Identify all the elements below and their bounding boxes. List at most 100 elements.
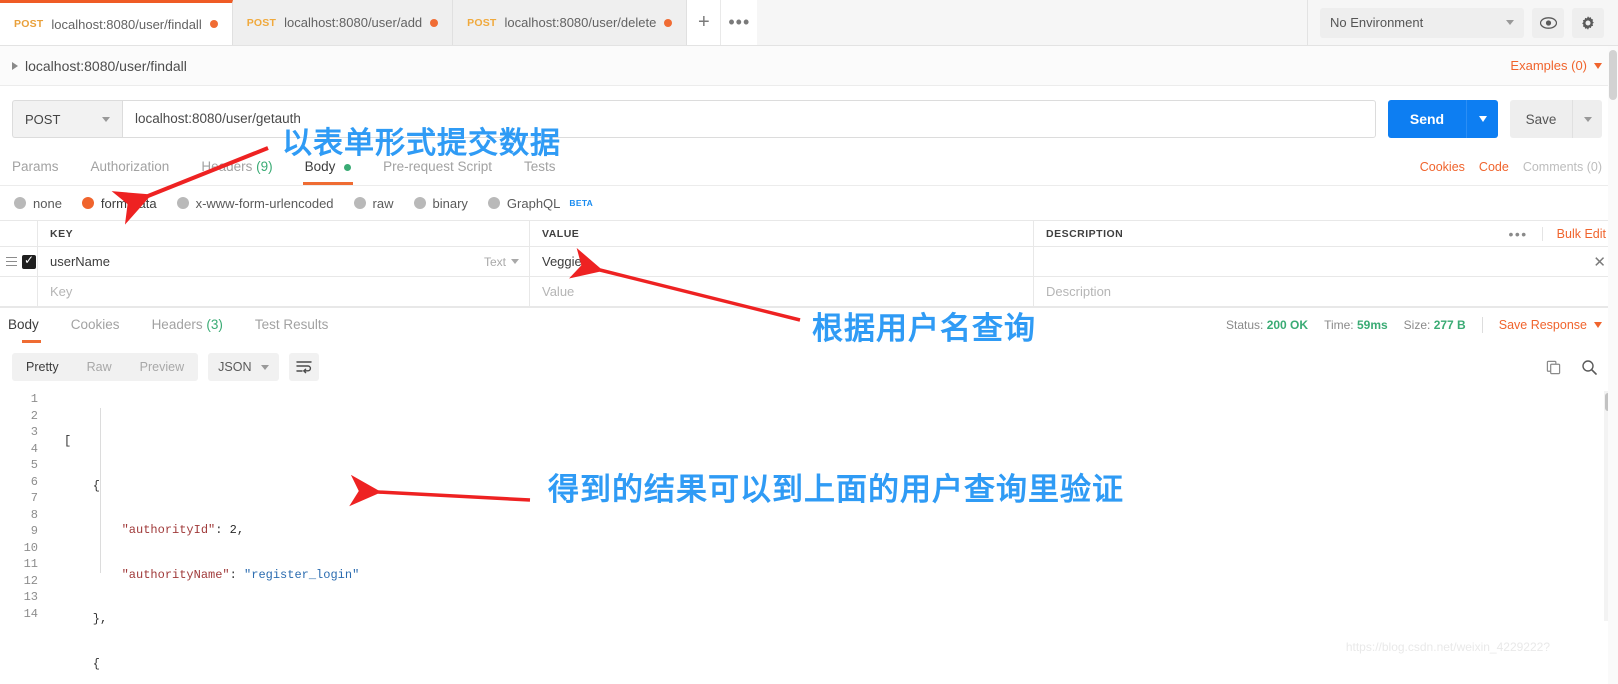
tab-authorization[interactable]: Authorization — [75, 149, 186, 185]
row-value-input[interactable]: Veggie — [542, 254, 582, 269]
radio-icon — [176, 197, 189, 209]
table-row: Key Value Description — [0, 277, 1618, 307]
column-header-description: DESCRIPTION — [1046, 227, 1124, 240]
breadcrumb[interactable]: localhost:8080/user/findall — [12, 58, 187, 74]
row-type-select[interactable]: Text — [484, 255, 519, 269]
line-number: 10 — [23, 540, 38, 555]
body-type-label: binary — [432, 195, 468, 211]
response-tab-test-results[interactable]: Test Results — [239, 307, 345, 343]
radio-icon — [81, 197, 94, 209]
breadcrumb-bar: localhost:8080/user/findall Examples (0) — [0, 46, 1618, 86]
row-grip-cell — [0, 277, 38, 306]
response-viewer-toolbar: Pretty Raw Preview JSON — [0, 343, 1618, 391]
tab-pre-request-script[interactable]: Pre-request Script — [367, 149, 508, 185]
body-type-selector: none form-data x-www-form-urlencoded raw… — [0, 186, 1618, 220]
response-tab-body[interactable]: Body — [8, 307, 55, 343]
search-icon — [1582, 360, 1597, 375]
row-key-cell[interactable]: Key — [38, 277, 530, 306]
row-type-label: Text — [483, 254, 506, 269]
delete-row-button[interactable]: ✕ — [1593, 253, 1606, 271]
line-number: 5 — [30, 458, 38, 472]
response-status-bar: Status: 200 OK Time: 59ms Size: 277 B Sa… — [1226, 307, 1602, 343]
response-body-code[interactable]: 1 2 3 4 5 6 7 8 9 10 11 12 13 14 [ { "au… — [0, 391, 1618, 684]
row-description-cell[interactable]: ✕ — [1034, 247, 1618, 276]
environment-quick-look-button[interactable] — [1532, 7, 1564, 38]
drag-handle-icon[interactable] — [6, 256, 17, 267]
tab-params[interactable]: Params — [12, 149, 75, 185]
row-key-input[interactable]: Key — [50, 284, 72, 299]
row-grip-cell — [0, 247, 38, 276]
body-type-graphql[interactable]: GraphQL BETA — [487, 196, 593, 211]
row-enabled-checkbox[interactable] — [22, 253, 36, 269]
line-number: 13 — [23, 590, 38, 604]
body-type-form-data[interactable]: form-data — [81, 196, 157, 211]
code-line: { — [64, 478, 101, 493]
body-type-raw[interactable]: raw — [353, 196, 394, 211]
send-options-button[interactable] — [1466, 100, 1498, 138]
cookies-link[interactable]: Cookies — [1420, 160, 1465, 174]
time-badge: Time: 59ms — [1324, 318, 1388, 332]
comments-link[interactable]: Comments (0) — [1523, 160, 1602, 174]
row-value-input[interactable]: Value — [542, 284, 574, 299]
radio-icon — [14, 197, 26, 209]
code-link[interactable]: Code — [1479, 160, 1509, 174]
save-response-button[interactable]: Save Response — [1499, 318, 1602, 332]
save-options-button[interactable] — [1572, 100, 1602, 138]
request-tab-1[interactable]: POST localhost:8080/user/add — [232, 0, 454, 45]
line-number: 9 — [30, 524, 38, 538]
response-tab-headers[interactable]: Headers (3) — [136, 307, 239, 343]
response-format-select[interactable]: JSON — [208, 353, 280, 381]
chevron-down-icon — [1478, 116, 1487, 122]
tab-headers[interactable]: Headers (9) — [185, 149, 288, 185]
wrap-lines-button[interactable] — [289, 353, 320, 381]
url-input[interactable]: localhost:8080/user/getauth — [122, 100, 1376, 138]
view-mode-preview[interactable]: Preview — [126, 353, 198, 381]
view-mode-raw[interactable]: Raw — [73, 353, 126, 381]
tab-tests[interactable]: Tests — [508, 149, 572, 185]
save-button[interactable]: Save — [1510, 100, 1572, 138]
new-tab-button[interactable]: + — [687, 0, 722, 45]
tab-label: Headers — [201, 159, 253, 174]
header-key-cell: KEY — [38, 221, 530, 246]
chevron-down-icon — [261, 364, 270, 370]
chevron-down-icon — [102, 116, 110, 122]
body-type-binary[interactable]: binary — [413, 195, 468, 211]
code-lines[interactable]: [ { "authorityId": 2, "authorityName": "… — [48, 391, 1618, 684]
examples-dropdown[interactable]: Examples (0) — [1510, 58, 1602, 73]
indent-guide — [100, 407, 101, 573]
body-present-dot-icon — [344, 163, 352, 171]
environment-select[interactable]: No Environment — [1320, 7, 1524, 38]
row-key-cell[interactable]: userName Text — [38, 247, 530, 276]
view-mode-pretty[interactable]: Pretty — [12, 353, 73, 381]
tab-label: Params — [12, 159, 59, 174]
breadcrumb-label: localhost:8080/user/findall — [25, 57, 187, 74]
status-label: Status: — [1226, 318, 1264, 332]
row-key-input[interactable]: userName — [50, 254, 110, 269]
tab-body[interactable]: Body — [289, 149, 368, 185]
send-button[interactable]: Send — [1388, 100, 1466, 138]
tabbar-filler — [757, 0, 1307, 45]
page-scrollbar[interactable] — [1608, 46, 1618, 684]
code-line: { — [64, 656, 101, 671]
request-tab-2[interactable]: POST localhost:8080/user/delete — [453, 0, 688, 45]
copy-response-button[interactable] — [1540, 354, 1566, 380]
tab-title: localhost:8080/user/add — [284, 15, 423, 30]
response-tab-cookies[interactable]: Cookies — [55, 307, 136, 343]
save-group: Save — [1510, 100, 1602, 138]
body-type-x-www-form-urlencoded[interactable]: x-www-form-urlencoded — [176, 196, 334, 211]
time-label: Time: — [1324, 318, 1354, 332]
body-type-none[interactable]: none — [14, 196, 62, 211]
row-value-cell[interactable]: Veggie — [530, 247, 1034, 276]
http-method-select[interactable]: POST — [12, 100, 122, 138]
tab-options-icon[interactable]: ••• — [721, 0, 758, 45]
search-response-button[interactable] — [1576, 354, 1602, 380]
settings-button[interactable] — [1572, 7, 1604, 38]
table-options-icon[interactable]: ••• — [1494, 226, 1543, 241]
bulk-edit-button[interactable]: Bulk Edit — [1543, 227, 1606, 241]
request-tab-0[interactable]: POST localhost:8080/user/findall — [0, 0, 233, 45]
unsaved-dot-icon — [664, 18, 673, 27]
size-badge: Size: 277 B — [1404, 318, 1466, 332]
row-description-input[interactable]: Description — [1046, 284, 1111, 299]
row-description-cell[interactable]: Description — [1034, 277, 1618, 306]
row-value-cell[interactable]: Value — [530, 277, 1034, 306]
